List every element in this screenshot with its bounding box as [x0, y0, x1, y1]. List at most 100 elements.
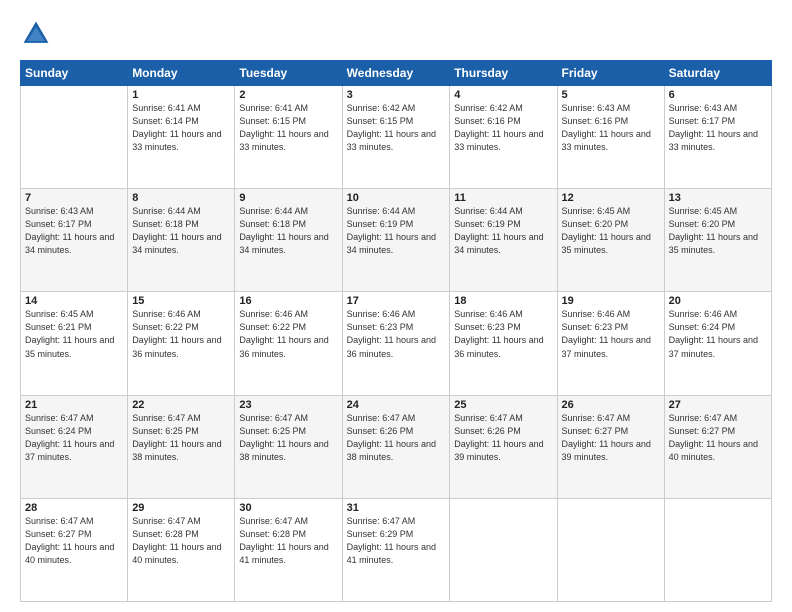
calendar-cell: 4Sunrise: 6:42 AMSunset: 6:16 PMDaylight… [450, 86, 557, 189]
day-number: 19 [562, 295, 660, 307]
calendar-header-saturday: Saturday [664, 61, 771, 86]
day-detail: Sunrise: 6:41 AMSunset: 6:14 PMDaylight:… [132, 102, 230, 154]
calendar-cell: 1Sunrise: 6:41 AMSunset: 6:14 PMDaylight… [128, 86, 235, 189]
calendar-cell: 19Sunrise: 6:46 AMSunset: 6:23 PMDayligh… [557, 292, 664, 395]
calendar-cell: 25Sunrise: 6:47 AMSunset: 6:26 PMDayligh… [450, 395, 557, 498]
calendar-cell: 5Sunrise: 6:43 AMSunset: 6:16 PMDaylight… [557, 86, 664, 189]
calendar-header-wednesday: Wednesday [342, 61, 450, 86]
day-number: 3 [347, 89, 446, 101]
day-detail: Sunrise: 6:46 AMSunset: 6:22 PMDaylight:… [239, 308, 337, 360]
day-detail: Sunrise: 6:46 AMSunset: 6:24 PMDaylight:… [669, 308, 767, 360]
day-detail: Sunrise: 6:44 AMSunset: 6:19 PMDaylight:… [347, 205, 446, 257]
calendar-cell: 6Sunrise: 6:43 AMSunset: 6:17 PMDaylight… [664, 86, 771, 189]
day-number: 22 [132, 399, 230, 411]
calendar-cell: 26Sunrise: 6:47 AMSunset: 6:27 PMDayligh… [557, 395, 664, 498]
day-number: 4 [454, 89, 552, 101]
day-number: 31 [347, 502, 446, 514]
day-number: 21 [25, 399, 123, 411]
day-number: 10 [347, 192, 446, 204]
calendar-cell: 7Sunrise: 6:43 AMSunset: 6:17 PMDaylight… [21, 189, 128, 292]
calendar-cell: 11Sunrise: 6:44 AMSunset: 6:19 PMDayligh… [450, 189, 557, 292]
calendar-cell: 31Sunrise: 6:47 AMSunset: 6:29 PMDayligh… [342, 498, 450, 601]
day-number: 29 [132, 502, 230, 514]
calendar-cell: 8Sunrise: 6:44 AMSunset: 6:18 PMDaylight… [128, 189, 235, 292]
calendar-cell [664, 498, 771, 601]
day-number: 24 [347, 399, 446, 411]
day-detail: Sunrise: 6:46 AMSunset: 6:23 PMDaylight:… [347, 308, 446, 360]
calendar-cell: 20Sunrise: 6:46 AMSunset: 6:24 PMDayligh… [664, 292, 771, 395]
calendar-week-row: 21Sunrise: 6:47 AMSunset: 6:24 PMDayligh… [21, 395, 772, 498]
day-detail: Sunrise: 6:47 AMSunset: 6:26 PMDaylight:… [454, 412, 552, 464]
day-detail: Sunrise: 6:47 AMSunset: 6:26 PMDaylight:… [347, 412, 446, 464]
calendar-table: SundayMondayTuesdayWednesdayThursdayFrid… [20, 60, 772, 602]
day-number: 20 [669, 295, 767, 307]
calendar-cell [450, 498, 557, 601]
calendar-cell: 10Sunrise: 6:44 AMSunset: 6:19 PMDayligh… [342, 189, 450, 292]
day-number: 8 [132, 192, 230, 204]
day-number: 25 [454, 399, 552, 411]
calendar-cell: 17Sunrise: 6:46 AMSunset: 6:23 PMDayligh… [342, 292, 450, 395]
calendar-cell: 16Sunrise: 6:46 AMSunset: 6:22 PMDayligh… [235, 292, 342, 395]
calendar-cell: 2Sunrise: 6:41 AMSunset: 6:15 PMDaylight… [235, 86, 342, 189]
header [20, 18, 772, 50]
day-detail: Sunrise: 6:47 AMSunset: 6:25 PMDaylight:… [132, 412, 230, 464]
day-detail: Sunrise: 6:47 AMSunset: 6:28 PMDaylight:… [132, 515, 230, 567]
calendar-cell: 28Sunrise: 6:47 AMSunset: 6:27 PMDayligh… [21, 498, 128, 601]
day-number: 6 [669, 89, 767, 101]
calendar-cell: 21Sunrise: 6:47 AMSunset: 6:24 PMDayligh… [21, 395, 128, 498]
calendar-cell: 13Sunrise: 6:45 AMSunset: 6:20 PMDayligh… [664, 189, 771, 292]
calendar-week-row: 1Sunrise: 6:41 AMSunset: 6:14 PMDaylight… [21, 86, 772, 189]
calendar-cell: 12Sunrise: 6:45 AMSunset: 6:20 PMDayligh… [557, 189, 664, 292]
day-detail: Sunrise: 6:44 AMSunset: 6:18 PMDaylight:… [239, 205, 337, 257]
day-detail: Sunrise: 6:47 AMSunset: 6:24 PMDaylight:… [25, 412, 123, 464]
calendar-cell: 15Sunrise: 6:46 AMSunset: 6:22 PMDayligh… [128, 292, 235, 395]
day-detail: Sunrise: 6:45 AMSunset: 6:20 PMDaylight:… [562, 205, 660, 257]
day-detail: Sunrise: 6:43 AMSunset: 6:17 PMDaylight:… [25, 205, 123, 257]
day-detail: Sunrise: 6:43 AMSunset: 6:17 PMDaylight:… [669, 102, 767, 154]
day-detail: Sunrise: 6:47 AMSunset: 6:29 PMDaylight:… [347, 515, 446, 567]
calendar-cell: 18Sunrise: 6:46 AMSunset: 6:23 PMDayligh… [450, 292, 557, 395]
day-detail: Sunrise: 6:47 AMSunset: 6:27 PMDaylight:… [25, 515, 123, 567]
day-number: 1 [132, 89, 230, 101]
day-detail: Sunrise: 6:42 AMSunset: 6:15 PMDaylight:… [347, 102, 446, 154]
day-detail: Sunrise: 6:43 AMSunset: 6:16 PMDaylight:… [562, 102, 660, 154]
day-number: 11 [454, 192, 552, 204]
day-detail: Sunrise: 6:47 AMSunset: 6:27 PMDaylight:… [669, 412, 767, 464]
calendar-header-tuesday: Tuesday [235, 61, 342, 86]
day-detail: Sunrise: 6:47 AMSunset: 6:25 PMDaylight:… [239, 412, 337, 464]
calendar-header-thursday: Thursday [450, 61, 557, 86]
day-number: 9 [239, 192, 337, 204]
day-detail: Sunrise: 6:42 AMSunset: 6:16 PMDaylight:… [454, 102, 552, 154]
calendar-cell: 3Sunrise: 6:42 AMSunset: 6:15 PMDaylight… [342, 86, 450, 189]
day-number: 23 [239, 399, 337, 411]
calendar-cell [557, 498, 664, 601]
calendar-week-row: 28Sunrise: 6:47 AMSunset: 6:27 PMDayligh… [21, 498, 772, 601]
calendar-cell: 9Sunrise: 6:44 AMSunset: 6:18 PMDaylight… [235, 189, 342, 292]
calendar-cell: 27Sunrise: 6:47 AMSunset: 6:27 PMDayligh… [664, 395, 771, 498]
day-number: 27 [669, 399, 767, 411]
day-number: 15 [132, 295, 230, 307]
day-number: 17 [347, 295, 446, 307]
day-number: 28 [25, 502, 123, 514]
day-number: 26 [562, 399, 660, 411]
day-number: 13 [669, 192, 767, 204]
day-detail: Sunrise: 6:47 AMSunset: 6:27 PMDaylight:… [562, 412, 660, 464]
day-detail: Sunrise: 6:46 AMSunset: 6:23 PMDaylight:… [454, 308, 552, 360]
logo-icon [20, 18, 52, 50]
calendar-header-friday: Friday [557, 61, 664, 86]
day-detail: Sunrise: 6:44 AMSunset: 6:18 PMDaylight:… [132, 205, 230, 257]
day-detail: Sunrise: 6:45 AMSunset: 6:20 PMDaylight:… [669, 205, 767, 257]
calendar-cell: 22Sunrise: 6:47 AMSunset: 6:25 PMDayligh… [128, 395, 235, 498]
calendar-header-sunday: Sunday [21, 61, 128, 86]
calendar-header-row: SundayMondayTuesdayWednesdayThursdayFrid… [21, 61, 772, 86]
day-detail: Sunrise: 6:47 AMSunset: 6:28 PMDaylight:… [239, 515, 337, 567]
page: SundayMondayTuesdayWednesdayThursdayFrid… [0, 0, 792, 612]
calendar-cell: 23Sunrise: 6:47 AMSunset: 6:25 PMDayligh… [235, 395, 342, 498]
day-detail: Sunrise: 6:46 AMSunset: 6:23 PMDaylight:… [562, 308, 660, 360]
day-number: 16 [239, 295, 337, 307]
day-detail: Sunrise: 6:41 AMSunset: 6:15 PMDaylight:… [239, 102, 337, 154]
logo [20, 18, 56, 50]
calendar-cell: 29Sunrise: 6:47 AMSunset: 6:28 PMDayligh… [128, 498, 235, 601]
day-detail: Sunrise: 6:46 AMSunset: 6:22 PMDaylight:… [132, 308, 230, 360]
calendar-week-row: 14Sunrise: 6:45 AMSunset: 6:21 PMDayligh… [21, 292, 772, 395]
